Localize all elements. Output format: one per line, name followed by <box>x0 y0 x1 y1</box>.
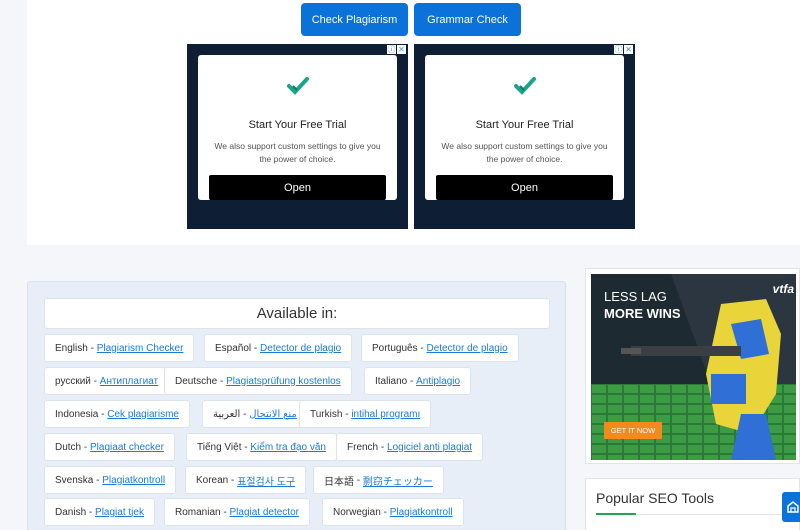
divider <box>636 514 786 515</box>
lang-chip-deutsche: Deutsche - Plagiatsprüfung kostenlos <box>164 367 352 395</box>
lang-chip-italiano: Italiano - Antiplagio <box>364 367 472 395</box>
lang-chip-vietnamese: Tiếng Việt - Kiểm tra đạo văn <box>186 433 337 461</box>
lang-name: Dutch <box>55 441 82 453</box>
banner-advertisement[interactable]: LESS LAG MORE WINS vtfa GET IT NOW <box>585 268 800 464</box>
lang-name: Norwegian <box>333 506 381 518</box>
lang-chip-russian: русский - Антиплагиат <box>44 367 170 395</box>
lang-name: Italiano <box>375 375 408 387</box>
lang-link[interactable]: Kiểm tra đạo văn <box>250 442 326 453</box>
ad-description: We also support custom settings to give … <box>214 141 381 164</box>
lang-chip-french: French - Logiciel anti plagiat <box>336 433 484 461</box>
ad-open-button[interactable]: Open <box>436 175 613 200</box>
lang-link[interactable]: Cek plagiarisme <box>107 409 179 420</box>
lang-name: Korean <box>196 474 229 486</box>
checkmark-icon <box>425 77 624 101</box>
lang-chip-danish: Danish - Plagiat tjek <box>44 498 155 526</box>
lang-link[interactable]: 표절검사 도구 <box>237 473 295 488</box>
lang-link[interactable]: Detector de plagio <box>260 343 341 354</box>
lang-chip-japanese: 日本語 - 剽窃チェッカー <box>313 466 444 494</box>
banner-line1: LESS LAG <box>604 289 667 304</box>
lang-name: العربية <box>213 408 241 420</box>
close-icon[interactable]: ✕ <box>624 45 633 54</box>
check-plagiarism-button[interactable]: Check Plagiarism <box>301 3 408 36</box>
ad-info-icon[interactable]: ⓘ <box>387 45 396 54</box>
lang-link[interactable]: intihal programı <box>351 409 420 420</box>
ad-description: We also support custom settings to give … <box>441 141 608 164</box>
lang-name: русский <box>55 375 91 387</box>
lang-name: French <box>347 441 379 453</box>
lang-link[interactable]: Detector de plagio <box>426 343 507 354</box>
available-in-heading: Available in: <box>44 298 550 329</box>
lang-name: Turkish <box>310 408 343 420</box>
ad-title: Start Your Free Trial <box>248 119 347 131</box>
lang-name: Español <box>215 342 252 354</box>
banner-brand: vtfa <box>772 282 794 296</box>
lang-name: 日本語 <box>324 476 354 488</box>
lang-name: Deutsche <box>175 375 218 387</box>
grammar-check-button[interactable]: Grammar Check <box>414 3 521 36</box>
action-card: Check Plagiarism Grammar Check ⓘ ✕ Start … <box>27 0 800 245</box>
lang-name: Danish <box>55 506 87 518</box>
advertisement-2[interactable]: ⓘ ✕ Start Your Free Trial We also support… <box>414 44 635 229</box>
lang-name: Romanian <box>175 506 221 518</box>
lang-link[interactable]: Logiciel anti plagiat <box>387 442 472 453</box>
lang-chip-espanol: Español - Detector de plagio <box>204 334 353 362</box>
banner-cta-button[interactable]: GET IT NOW <box>604 422 662 439</box>
lang-link[interactable]: Plagiarism Checker <box>97 343 184 354</box>
lang-name: English <box>55 342 88 354</box>
lang-name: Indonesia <box>55 408 99 420</box>
lang-link[interactable]: Антиплагиат <box>100 376 158 387</box>
ad-title: Start Your Free Trial <box>475 119 574 131</box>
lang-link[interactable]: Antiplagio <box>416 376 460 387</box>
lang-chip-svenska: Svenska - Plagiatkontroll <box>44 466 177 494</box>
lang-name: Tiếng Việt <box>197 441 242 453</box>
lang-link[interactable]: منع الانتحال <box>249 409 297 420</box>
advertisement-1[interactable]: ⓘ ✕ Start Your Free Trial We also support… <box>187 44 408 229</box>
lang-link[interactable]: Plagiat tjek <box>95 507 144 518</box>
lang-link[interactable]: Plagiatkontroll <box>102 475 165 486</box>
lang-name: Svenska <box>55 474 94 486</box>
lang-chip-english: English - Plagiarism Checker <box>44 334 195 362</box>
banner-line2: MORE WINS <box>604 306 681 321</box>
lang-name: Português <box>372 342 418 354</box>
languages-panel: Available in: English - Plagiarism Check… <box>27 281 566 530</box>
banner-image[interactable]: LESS LAG MORE WINS vtfa GET IT NOW <box>591 274 796 460</box>
lang-chip-indonesia: Indonesia - Cek plagiarisme <box>44 400 190 428</box>
lang-link[interactable]: 剽窃チェッカー <box>363 473 433 488</box>
lang-chip-romanian: Romanian - Plagiat detector <box>164 498 310 526</box>
lang-chip-turkish: Turkish - intihal programı <box>299 400 432 428</box>
lang-link[interactable]: Plagiaat checker <box>90 442 164 453</box>
lang-chip-portugues: Português - Detector de plagio <box>361 334 519 362</box>
lang-chip-dutch: Dutch - Plagiaat checker <box>44 433 175 461</box>
lang-link[interactable]: Plagiatsprüfung kostenlos <box>226 376 341 387</box>
ad-open-button[interactable]: Open <box>209 175 386 200</box>
share-icon[interactable] <box>782 492 800 522</box>
lang-link[interactable]: Plagiatkontroll <box>390 507 453 518</box>
popular-seo-tools-widget: Popular SEO Tools <box>585 478 800 530</box>
ad-info-icon[interactable]: ⓘ <box>614 45 623 54</box>
lang-link[interactable]: Plagiat detector <box>229 507 299 518</box>
lang-chip-norwegian: Norwegian - Plagiatkontroll <box>322 498 464 526</box>
lang-chip-korean: Korean - 표절검사 도구 <box>185 466 307 494</box>
close-icon[interactable]: ✕ <box>397 45 406 54</box>
lang-chip-arabic: العربية - منع الانتحال <box>202 400 308 428</box>
checkmark-icon <box>198 77 397 101</box>
popular-seo-tools-title: Popular SEO Tools <box>596 490 715 506</box>
title-underline <box>596 513 636 515</box>
